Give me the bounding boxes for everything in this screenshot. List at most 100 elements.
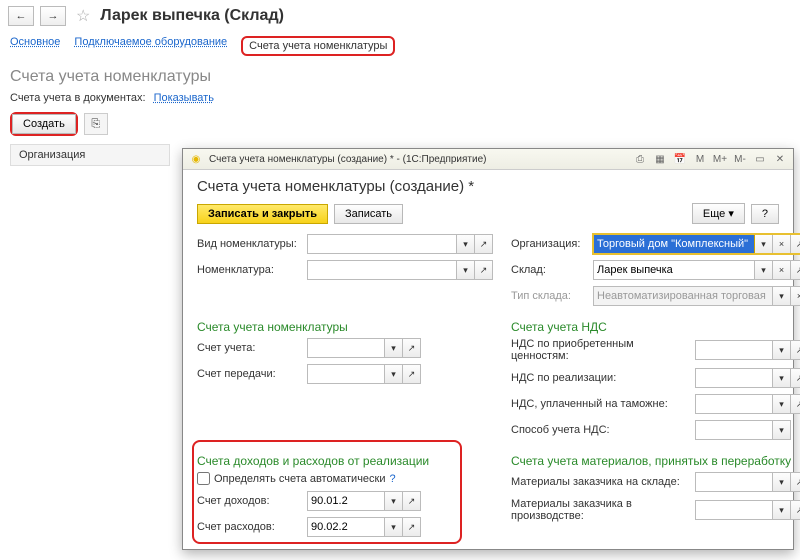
label-nds-method: Способ учета НДС: bbox=[511, 424, 691, 436]
input-acc[interactable] bbox=[307, 338, 385, 358]
open-icon[interactable]: ↗ bbox=[791, 394, 800, 414]
help-button[interactable]: ? bbox=[751, 204, 779, 224]
tab-main[interactable]: Основное bbox=[10, 36, 60, 56]
label-sklad: Склад: bbox=[511, 264, 589, 276]
input-org[interactable] bbox=[593, 234, 755, 254]
open-icon[interactable]: ↗ bbox=[791, 340, 800, 360]
clear-icon[interactable]: × bbox=[773, 260, 791, 280]
dropdown-icon: ▾ bbox=[773, 286, 791, 306]
input-nds-priob[interactable] bbox=[695, 340, 773, 360]
dropdown-icon[interactable]: ▾ bbox=[755, 260, 773, 280]
grid-icon[interactable]: ▦ bbox=[653, 152, 667, 166]
minimize-icon[interactable]: ▭ bbox=[753, 152, 767, 166]
clear-icon: × bbox=[791, 286, 800, 306]
input-nds-real[interactable] bbox=[695, 368, 773, 388]
memory-m-icon[interactable]: M bbox=[693, 152, 707, 166]
dropdown-icon[interactable]: ▾ bbox=[385, 364, 403, 384]
open-icon[interactable]: ↗ bbox=[403, 517, 421, 537]
dialog-titlebar: ◉ Счета учета номенклатуры (создание) * … bbox=[183, 149, 793, 170]
memory-mplus-icon[interactable]: M+ bbox=[713, 152, 727, 166]
label-transfer: Счет передачи: bbox=[197, 368, 303, 380]
dialog-heading: Счета учета номенклатуры (создание) * bbox=[197, 178, 779, 195]
dropdown-icon[interactable]: ▾ bbox=[457, 260, 475, 280]
label-nds-priob: НДС по приобретенным ценностям: bbox=[511, 338, 691, 362]
dialog-window: ◉ Счета учета номенклатуры (создание) * … bbox=[182, 148, 794, 550]
input-nom[interactable] bbox=[307, 260, 457, 280]
section-accounts: Счета учета номенклатуры bbox=[197, 320, 493, 334]
input-nds-cust[interactable] bbox=[695, 394, 773, 414]
dropdown-icon[interactable]: ▾ bbox=[773, 394, 791, 414]
dropdown-icon[interactable]: ▾ bbox=[755, 234, 773, 254]
open-icon[interactable]: ↗ bbox=[475, 260, 493, 280]
input-vid-nom[interactable] bbox=[307, 234, 457, 254]
label-auto: Определять счета автоматически bbox=[214, 473, 386, 485]
show-link[interactable]: Показывать bbox=[154, 92, 214, 104]
label-mat-prod: Материалы заказчика в производстве: bbox=[511, 498, 691, 522]
section-nds: Счета учета НДС bbox=[511, 320, 800, 334]
top-toolbar: ← → ☆ Ларек выпечка (Склад) bbox=[0, 0, 800, 32]
input-nds-method[interactable] bbox=[695, 420, 773, 440]
open-icon[interactable]: ↗ bbox=[403, 338, 421, 358]
calendar-icon[interactable]: 📅 bbox=[673, 152, 687, 166]
input-mat-sklad[interactable] bbox=[695, 472, 773, 492]
save-button[interactable]: Записать bbox=[334, 204, 403, 224]
back-button[interactable]: ← bbox=[8, 6, 34, 26]
tab-bar: Основное Подключаемое оборудование Счета… bbox=[0, 32, 800, 64]
forward-button[interactable]: → bbox=[40, 6, 66, 26]
section-income: Счета доходов и расходов от реализации bbox=[197, 454, 493, 468]
open-icon[interactable]: ↗ bbox=[475, 234, 493, 254]
input-income[interactable] bbox=[307, 491, 385, 511]
table-header-org[interactable]: Организация bbox=[10, 144, 170, 166]
auto-accounts-checkbox[interactable] bbox=[197, 472, 210, 485]
input-mat-prod[interactable] bbox=[695, 500, 773, 520]
input-expense[interactable] bbox=[307, 517, 385, 537]
open-icon[interactable]: ↗ bbox=[791, 234, 800, 254]
label-vid-nom: Вид номенклатуры: bbox=[197, 238, 303, 250]
dropdown-icon[interactable]: ▾ bbox=[385, 491, 403, 511]
dropdown-icon[interactable]: ▾ bbox=[385, 338, 403, 358]
help-icon[interactable]: ? bbox=[390, 473, 396, 485]
app-icon: ◉ bbox=[189, 152, 203, 166]
docs-label: Счета учета в документах: bbox=[10, 92, 146, 104]
dropdown-icon[interactable]: ▾ bbox=[773, 420, 791, 440]
close-icon[interactable]: ✕ bbox=[773, 152, 787, 166]
label-income: Счет доходов: bbox=[197, 495, 303, 507]
save-close-button[interactable]: Записать и закрыть bbox=[197, 204, 328, 224]
favorite-icon[interactable]: ☆ bbox=[76, 6, 90, 26]
label-nds-cust: НДС, уплаченный на таможне: bbox=[511, 398, 691, 410]
dropdown-icon[interactable]: ▾ bbox=[773, 500, 791, 520]
open-icon[interactable]: ↗ bbox=[403, 364, 421, 384]
dropdown-icon[interactable]: ▾ bbox=[457, 234, 475, 254]
tab-equipment[interactable]: Подключаемое оборудование bbox=[74, 36, 227, 56]
open-icon[interactable]: ↗ bbox=[791, 260, 800, 280]
tab-accounts[interactable]: Счета учета номенклатуры bbox=[241, 36, 395, 56]
input-sklad[interactable] bbox=[593, 260, 755, 280]
more-button[interactable]: Еще ▾ bbox=[692, 203, 745, 224]
label-org: Организация: bbox=[511, 238, 589, 250]
dropdown-icon[interactable]: ▾ bbox=[773, 472, 791, 492]
create-button[interactable]: Создать bbox=[12, 114, 76, 134]
open-icon[interactable]: ↗ bbox=[791, 500, 800, 520]
input-tip-sklada bbox=[593, 286, 773, 306]
dialog-body: Счета учета номенклатуры (создание) * За… bbox=[183, 170, 793, 551]
memory-mminus-icon[interactable]: M- bbox=[733, 152, 747, 166]
dropdown-icon[interactable]: ▾ bbox=[773, 368, 791, 388]
label-acc: Счет учета: bbox=[197, 342, 303, 354]
section-title: Счета учета номенклатуры bbox=[0, 64, 800, 88]
input-transfer[interactable] bbox=[307, 364, 385, 384]
label-mat-sklad: Материалы заказчика на складе: bbox=[511, 476, 691, 488]
print-icon[interactable]: ⎙ bbox=[633, 152, 647, 166]
dropdown-icon[interactable]: ▾ bbox=[385, 517, 403, 537]
label-nds-real: НДС по реализации: bbox=[511, 372, 691, 384]
dropdown-icon[interactable]: ▾ bbox=[773, 340, 791, 360]
section-materials: Счета учета материалов, принятых в перер… bbox=[511, 454, 800, 468]
toolbar: Создать ⎘ bbox=[0, 108, 800, 140]
copy-icon[interactable]: ⎘ bbox=[84, 113, 108, 135]
clear-icon[interactable]: × bbox=[773, 234, 791, 254]
label-expense: Счет расходов: bbox=[197, 521, 303, 533]
open-icon[interactable]: ↗ bbox=[791, 472, 800, 492]
open-icon[interactable]: ↗ bbox=[791, 368, 800, 388]
open-icon[interactable]: ↗ bbox=[403, 491, 421, 511]
dialog-window-title: Счета учета номенклатуры (создание) * - … bbox=[209, 154, 486, 165]
label-tip-sklada: Тип склада: bbox=[511, 290, 589, 302]
